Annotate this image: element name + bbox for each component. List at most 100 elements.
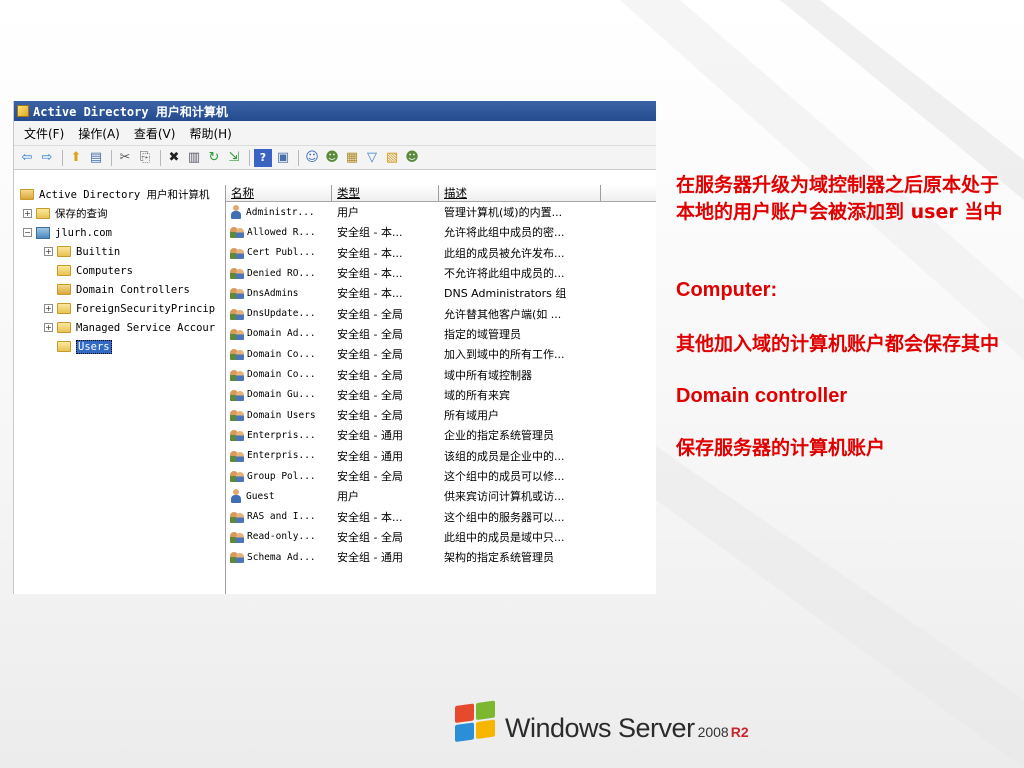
list-row[interactable]: RAS and I... 安全组 - 本... 这个组中的服务器可以...	[226, 506, 656, 526]
row-type: 安全组 - 本...	[337, 246, 403, 260]
menu-view[interactable]: 查看(V)	[134, 125, 176, 142]
filter-icon[interactable]: ▽	[363, 149, 381, 167]
tree-domain[interactable]: − jlurh.com	[14, 223, 225, 242]
group-icon	[229, 510, 245, 524]
tree-label: jlurh.com	[55, 226, 112, 239]
list-row[interactable]: Domain Gu... 安全组 - 全局 域的所有来宾	[226, 385, 656, 405]
show-hide-console-tree-icon[interactable]: ▤	[87, 149, 105, 167]
column-header-description[interactable]: 描述	[439, 185, 601, 201]
row-type: 安全组 - 全局	[337, 409, 403, 423]
menu-help[interactable]: 帮助(H)	[189, 125, 231, 142]
back-arrow-icon[interactable]: ⇦	[18, 149, 36, 167]
console-tree: Active Directory 用户和计算机 + 保存的查询 − jlurh.…	[14, 185, 226, 594]
row-description: 企业的指定系统管理员	[444, 429, 554, 443]
list-row[interactable]: Domain Ad... 安全组 - 全局 指定的域管理员	[226, 324, 656, 344]
tree-label: Managed Service Accour	[76, 321, 216, 334]
tree-builtin[interactable]: + Builtin	[14, 242, 225, 261]
tree-computers[interactable]: Computers	[14, 261, 225, 280]
row-description: 加入到域中的所有工作...	[444, 348, 565, 362]
row-name-cell: Enterpris...	[226, 449, 332, 463]
console-icon[interactable]: ▣	[274, 149, 292, 167]
list-row[interactable]: Domain Co... 安全组 - 全局 域中所有域控制器	[226, 364, 656, 384]
column-header-type[interactable]: 类型	[332, 185, 439, 201]
tree-domain-controllers[interactable]: Domain Controllers	[14, 280, 225, 299]
row-name: Allowed R...	[247, 226, 316, 238]
tree-foreign-security[interactable]: + ForeignSecurityPrincip	[14, 299, 225, 318]
list-row[interactable]: Administr... 用户 管理计算机(域)的内置...	[226, 202, 656, 222]
row-name-cell: Allowed R...	[226, 225, 332, 239]
column-header-filler	[601, 185, 656, 201]
row-name-cell: Administr...	[226, 205, 332, 220]
row-description: 这个组中的服务器可以...	[444, 510, 565, 524]
row-name-cell: Denied RO...	[226, 266, 332, 280]
new-group-icon[interactable]: ☻	[323, 149, 341, 167]
new-user-icon[interactable]: ☺	[303, 149, 321, 167]
row-type: 安全组 - 本...	[337, 287, 403, 301]
export-list-icon[interactable]: ⇲	[225, 149, 243, 167]
list-row[interactable]: Allowed R... 安全组 - 本... 允许将此组中成员的密...	[226, 222, 656, 242]
help-icon[interactable]: ?	[254, 148, 272, 167]
row-description: 此组中的成员是域中只...	[444, 530, 565, 544]
list-row[interactable]: Enterpris... 安全组 - 通用 该组的成员是企业中的...	[226, 446, 656, 466]
column-header-name[interactable]: 名称	[226, 185, 332, 201]
new-ou-icon[interactable]: ▦	[343, 149, 361, 167]
expand-icon[interactable]: +	[44, 247, 53, 256]
add-to-group-icon[interactable]: ▧	[383, 149, 401, 167]
forward-arrow-icon[interactable]: ⇨	[38, 149, 56, 167]
row-type: 安全组 - 本...	[337, 510, 403, 524]
list-row[interactable]: Domain Users 安全组 - 全局 所有域用户	[226, 405, 656, 425]
up-folder-icon[interactable]: ⬆	[67, 149, 85, 167]
row-name: Enterpris...	[247, 429, 316, 441]
tree-label: Domain Controllers	[76, 283, 190, 296]
row-name: Cert Publ...	[247, 247, 316, 259]
window-titlebar[interactable]: Active Directory 用户和计算机	[14, 101, 656, 121]
list-row[interactable]: Domain Co... 安全组 - 全局 加入到域中的所有工作...	[226, 344, 656, 364]
explanation-notes: 在服务器升级为域控制器之后原本处于本地的用户账户会被添加到 user 当中 Co…	[676, 172, 1016, 462]
tree-managed-service[interactable]: + Managed Service Accour	[14, 318, 225, 337]
row-name-cell: Domain Users	[226, 408, 332, 422]
tree-saved-queries[interactable]: + 保存的查询	[14, 204, 225, 223]
list-row[interactable]: Schema Ad... 安全组 - 通用 架构的指定系统管理员	[226, 547, 656, 567]
list-row[interactable]: Cert Publ... 安全组 - 本... 此组的成员被允许发布...	[226, 243, 656, 263]
group-icon	[229, 530, 245, 544]
row-name: Administr...	[246, 206, 315, 218]
ad-users-computers-window: Active Directory 用户和计算机 文件(F) 操作(A) 查看(V…	[13, 101, 656, 594]
menu-action[interactable]: 操作(A)	[78, 125, 120, 142]
list-row[interactable]: Read-only... 安全组 - 全局 此组中的成员是域中只...	[226, 527, 656, 547]
row-description: 此组的成员被允许发布...	[444, 246, 565, 260]
expand-icon[interactable]: +	[44, 323, 53, 332]
row-type: 安全组 - 通用	[337, 429, 403, 443]
user-icon	[229, 205, 243, 220]
collapse-icon[interactable]: −	[23, 228, 32, 237]
row-type: 用户	[337, 490, 359, 504]
row-name: DnsUpdate...	[247, 308, 316, 320]
delete-icon[interactable]: ✖	[165, 149, 183, 167]
find-icon[interactable]: ☻	[403, 149, 421, 167]
row-description: 这个组中的成员可以修...	[444, 470, 565, 483]
properties-icon[interactable]: ▥	[185, 149, 203, 167]
expand-icon[interactable]: +	[44, 304, 53, 313]
tree-users[interactable]: Users	[14, 337, 225, 356]
tree-label-selected: Users	[76, 339, 112, 354]
group-icon	[229, 469, 245, 483]
domain-icon	[36, 226, 50, 239]
list-row[interactable]: Enterpris... 安全组 - 通用 企业的指定系统管理员	[226, 425, 656, 445]
list-row[interactable]: Guest 用户 供来宾访问计算机或访...	[226, 486, 656, 506]
row-type: 安全组 - 通用	[337, 449, 403, 463]
group-icon	[229, 225, 245, 239]
refresh-icon[interactable]: ↻	[205, 149, 223, 167]
expand-icon[interactable]: +	[23, 209, 32, 218]
list-row[interactable]: Group Pol... 安全组 - 全局 这个组中的成员可以修...	[226, 466, 656, 486]
list-row[interactable]: DnsAdmins 安全组 - 本... DNS Administrators 组	[226, 283, 656, 303]
group-icon	[229, 347, 245, 361]
copy-icon[interactable]: ⎘	[136, 149, 154, 167]
cut-icon[interactable]: ✂	[116, 149, 134, 167]
ad-root-icon	[20, 189, 34, 200]
toolbar-separator	[298, 149, 299, 166]
list-row[interactable]: DnsUpdate... 安全组 - 全局 允许替其他客户端(如 ...	[226, 303, 656, 323]
tree-root[interactable]: Active Directory 用户和计算机	[14, 185, 225, 204]
logo-release: R2	[730, 724, 749, 740]
row-name-cell: Domain Co...	[226, 368, 332, 382]
menu-file[interactable]: 文件(F)	[24, 125, 64, 142]
list-row[interactable]: Denied RO... 安全组 - 本... 不允许将此组中成员的...	[226, 263, 656, 283]
